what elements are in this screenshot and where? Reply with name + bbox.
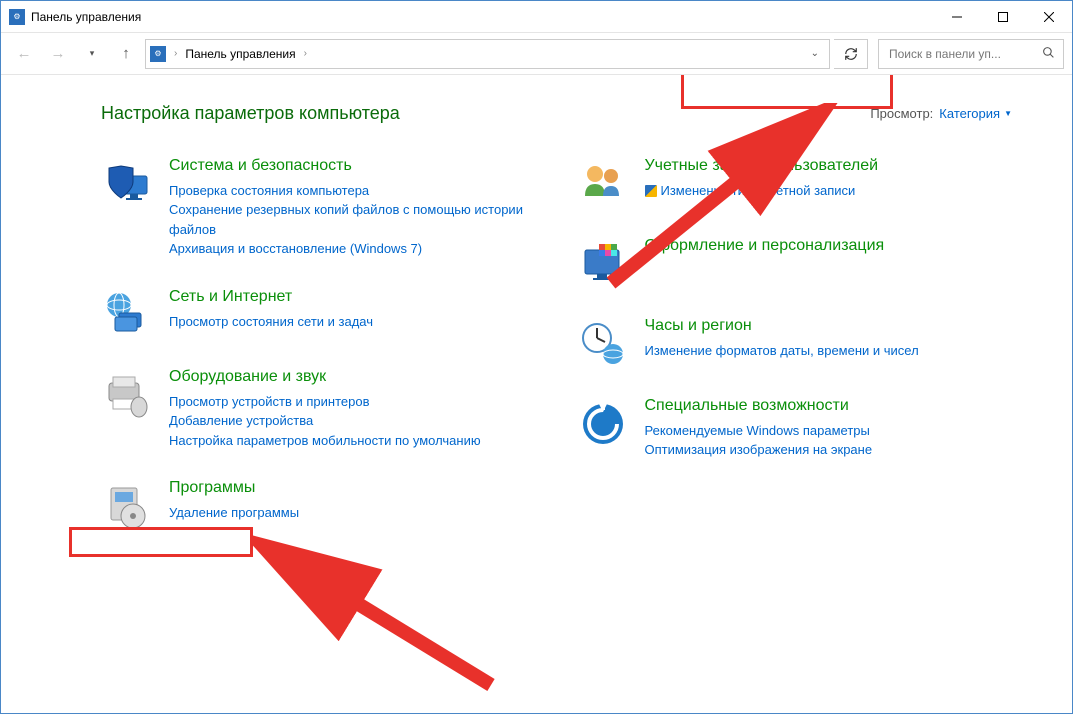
recent-locations-button[interactable]: ▾ [77,39,107,69]
monitor-colors-icon [577,236,629,288]
category-link[interactable]: Архивация и восстановление (Windows 7) [169,239,537,259]
category-link[interactable]: Сохранение резервных копий файлов с помо… [169,200,537,239]
maximize-button[interactable] [980,1,1026,32]
category-title[interactable]: Учетные записи пользователей [645,156,879,177]
people-icon [577,156,629,208]
category-link[interactable]: Рекомендуемые Windows параметры [645,421,873,441]
search-input[interactable] [887,46,1038,62]
category-user-accounts: Учетные записи пользователей Изменение т… [577,156,1013,208]
view-by-control[interactable]: Просмотр: Категория ▼ [870,106,1012,121]
shield-monitor-icon [101,156,153,208]
category-link[interactable]: Добавление устройства [169,411,481,431]
back-button[interactable]: ← [9,39,39,69]
address-bar[interactable]: ⚙ › Панель управления › ⌄ [145,39,830,69]
address-dropdown-icon[interactable]: ⌄ [805,48,825,59]
category-ease-of-access: Специальные возможности Рекомендуемые Wi… [577,396,1013,460]
category-link-uninstall[interactable]: Удаление программы [169,503,299,523]
content-header: Настройка параметров компьютера Просмотр… [101,103,1012,124]
category-hardware-sound: Оборудование и звук Просмотр устройств и… [101,367,537,450]
category-link[interactable]: Настройка параметров мобильности по умол… [169,431,481,451]
refresh-button[interactable] [834,39,868,69]
window-controls [934,1,1072,32]
category-appearance: Оформление и персонализация [577,236,1013,288]
chevron-right-icon: › [172,48,179,59]
left-column: Система и безопасность Проверка состояни… [101,156,537,558]
navbar: ← → ▾ ↑ ⚙ › Панель управления › ⌄ [1,33,1072,75]
category-clock-region: Часы и регион Изменение форматов даты, в… [577,316,1013,368]
search-box[interactable] [878,39,1064,69]
page-title: Настройка параметров компьютера [101,103,400,124]
right-column: Учетные записи пользователей Изменение т… [577,156,1013,558]
minimize-button[interactable] [934,1,980,32]
search-icon[interactable] [1042,46,1055,62]
category-link[interactable]: Изменение типа учетной записи [645,181,879,201]
category-title[interactable]: Система и безопасность [169,156,537,177]
category-link[interactable]: Просмотр устройств и принтеров [169,392,481,412]
view-by-value[interactable]: Категория ▼ [939,106,1012,121]
control-panel-icon: ⚙ [9,9,25,25]
content: Настройка параметров компьютера Просмотр… [1,75,1072,713]
category-link[interactable]: Проверка состояния компьютера [169,181,537,201]
category-title[interactable]: Часы и регион [645,316,919,337]
breadcrumb[interactable]: Панель управления [185,47,295,61]
up-button[interactable]: ↑ [111,39,141,69]
category-link[interactable]: Изменение форматов даты, времени и чисел [645,341,919,361]
globe-network-icon [101,287,153,339]
category-title[interactable]: Оформление и персонализация [645,236,885,257]
category-link[interactable]: Просмотр состояния сети и задач [169,312,373,332]
printer-mouse-icon [101,367,153,419]
titlebar: ⚙ Панель управления [1,1,1072,33]
window-title: Панель управления [31,10,141,24]
control-panel-window: ⚙ Панель управления ← → ▾ ↑ ⚙ › Панель у… [0,0,1073,714]
category-programs: Программы Удаление программы [101,478,537,530]
ease-of-access-icon [577,396,629,448]
category-title[interactable]: Программы [169,478,299,499]
annotation-arrow-2 [251,535,511,695]
category-title[interactable]: Оборудование и звук [169,367,481,388]
category-system-security: Система и безопасность Проверка состояни… [101,156,537,259]
view-by-label: Просмотр: [870,106,933,121]
category-title[interactable]: Сеть и Интернет [169,287,373,308]
close-button[interactable] [1026,1,1072,32]
forward-button[interactable]: → [43,39,73,69]
dropdown-icon: ▼ [1004,109,1012,118]
address-icon: ⚙ [150,46,166,62]
category-link[interactable]: Оптимизация изображения на экране [645,440,873,460]
chevron-right-icon: › [302,48,309,59]
disc-box-icon [101,478,153,530]
category-title[interactable]: Специальные возможности [645,396,873,417]
clock-globe-icon [577,316,629,368]
category-network: Сеть и Интернет Просмотр состояния сети … [101,287,537,339]
